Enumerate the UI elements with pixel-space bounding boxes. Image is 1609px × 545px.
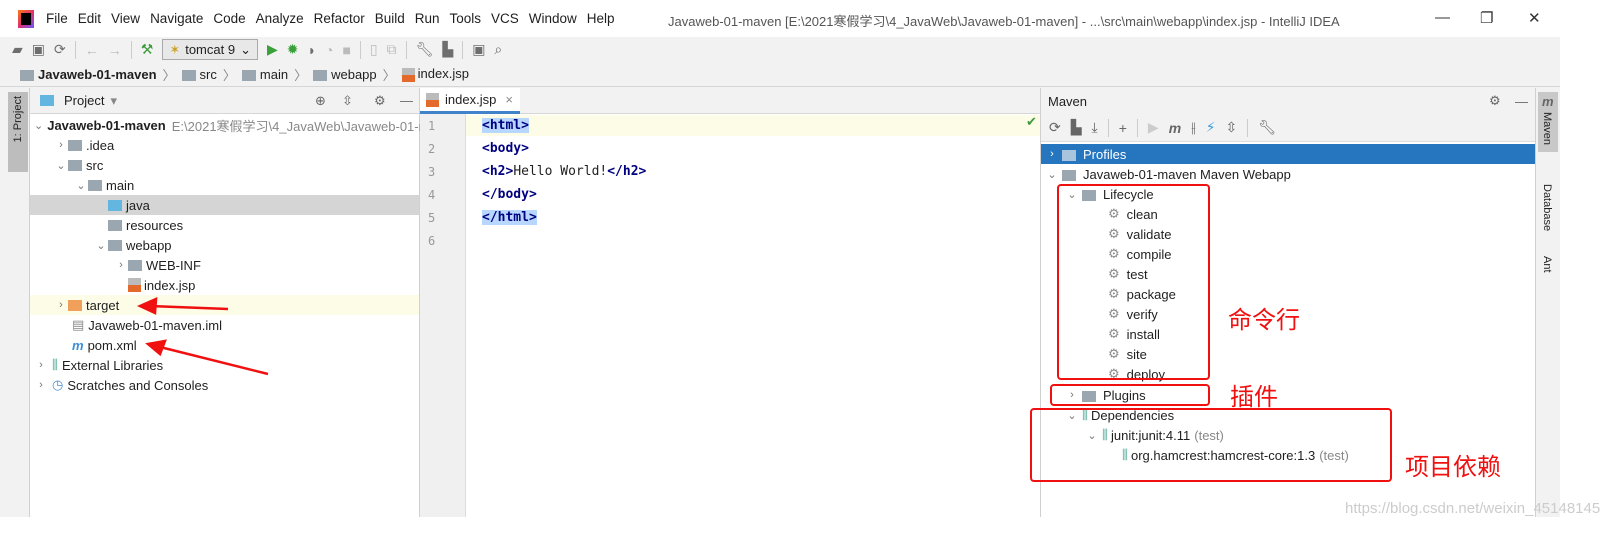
- annotation-arrows: [136, 297, 269, 376]
- arrow-to-target: [149, 304, 229, 311]
- arrow-head: [136, 297, 158, 315]
- watermark: https://blog.csdn.net/weixin_45148145: [1345, 500, 1601, 517]
- arrow-to-pom: [159, 345, 269, 376]
- arrow-head: [145, 339, 167, 357]
